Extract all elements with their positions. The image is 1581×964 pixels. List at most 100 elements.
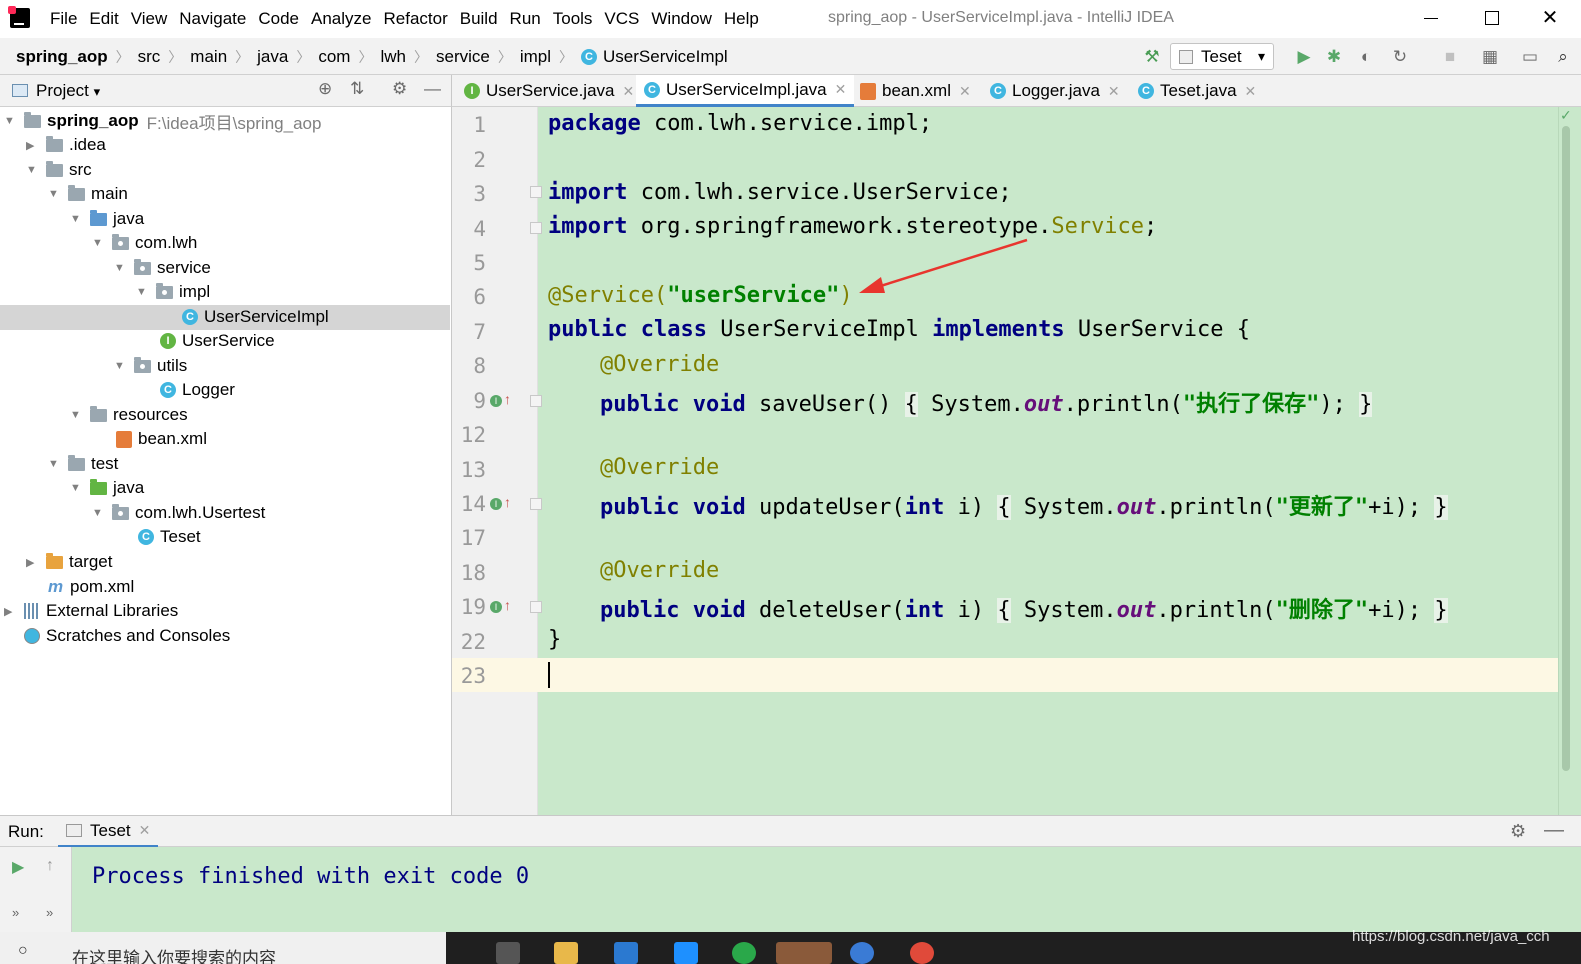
file-explorer-icon[interactable] [554, 942, 578, 964]
fold-marker-icon[interactable] [530, 395, 542, 407]
expanded-arrow-icon[interactable]: ▼ [114, 360, 128, 372]
project-structure-icon[interactable]: ▦ [1480, 47, 1500, 67]
chrome-app-icon[interactable] [910, 942, 934, 964]
tree-item-target[interactable]: ▶ target [26, 550, 112, 575]
collapse-all-icon[interactable]: ⇅ [350, 79, 364, 99]
expanded-arrow-icon[interactable]: ▼ [48, 188, 62, 200]
presentation-icon[interactable]: ▭ [1520, 47, 1540, 67]
tree-item-external-libraries[interactable]: ▶ External Libraries [4, 599, 178, 624]
console-output-area[interactable] [72, 847, 1581, 932]
tree-item-src[interactable]: ▼ src [26, 158, 92, 183]
expanded-arrow-icon[interactable]: ▼ [70, 409, 84, 421]
maximize-button[interactable] [1480, 6, 1504, 30]
expanded-arrow-icon[interactable]: ▼ [114, 262, 128, 274]
tab-userservice-java[interactable]: I UserService.java ✕ [456, 75, 642, 107]
collapsed-arrow-icon[interactable]: ▶ [26, 556, 40, 569]
more-actions-icon[interactable]: » [12, 905, 19, 920]
tab-bean-xml[interactable]: bean.xml ✕ [852, 75, 979, 107]
expanded-arrow-icon[interactable]: ▼ [92, 237, 106, 249]
menu-refactor[interactable]: Refactor [377, 9, 453, 29]
tab-teset-java[interactable]: C Teset.java ✕ [1130, 75, 1264, 107]
close-tab-icon[interactable]: ✕ [959, 83, 971, 100]
menu-navigate[interactable]: Navigate [173, 9, 252, 29]
taskbar-search-box[interactable]: ○ 在这里输入你要搜索的内容 [0, 932, 446, 964]
hide-panel-icon[interactable]: — [1544, 819, 1564, 842]
tree-item-service[interactable]: ▼ service [114, 256, 211, 281]
expanded-arrow-icon[interactable]: ▼ [136, 286, 150, 298]
expanded-arrow-icon[interactable]: ▼ [48, 458, 62, 470]
breadcrumb-service[interactable]: service [436, 47, 490, 67]
profile-icon[interactable]: ↻ [1390, 47, 1410, 67]
collapsed-arrow-icon[interactable]: ▶ [4, 605, 18, 618]
expanded-arrow-icon[interactable]: ▼ [26, 164, 40, 176]
menu-run[interactable]: Run [504, 9, 547, 29]
fold-marker-icon[interactable] [530, 186, 542, 198]
breadcrumb-src[interactable]: src [138, 47, 161, 67]
breadcrumb-java[interactable]: java [257, 47, 288, 67]
store-app-icon[interactable] [674, 942, 698, 964]
tree-item-java[interactable]: ▼ java [70, 207, 144, 232]
close-tab-icon[interactable]: ✕ [835, 81, 847, 98]
tree-item-idea[interactable]: ▶ .idea [26, 133, 106, 158]
search-icon[interactable]: ⌕ [1553, 47, 1573, 67]
tree-item-userserviceimpl[interactable]: C UserServiceImpl [0, 305, 450, 330]
project-view-select[interactable]: Project ▾ [36, 81, 100, 101]
breadcrumb-main[interactable]: main [190, 47, 227, 67]
gear-icon[interactable]: ⚙ [392, 79, 407, 99]
settings-app-icon[interactable] [496, 942, 520, 964]
tree-item-teset[interactable]: C Teset [138, 525, 201, 550]
mail-app-icon[interactable] [614, 942, 638, 964]
breadcrumb-lwh[interactable]: lwh [380, 47, 406, 67]
tree-item-pom-xml[interactable]: m pom.xml [48, 575, 134, 600]
browser-app-icon[interactable] [850, 942, 874, 964]
close-tab-icon[interactable]: ✕ [623, 83, 635, 100]
close-tab-icon[interactable]: ✕ [1108, 83, 1120, 100]
menu-code[interactable]: Code [252, 9, 305, 29]
fold-marker-icon[interactable] [530, 222, 542, 234]
tree-item-com-lwh[interactable]: ▼ com.lwh [92, 231, 197, 256]
fold-marker-icon[interactable] [530, 498, 542, 510]
breadcrumb-project[interactable]: spring_aop [16, 47, 108, 67]
close-tab-icon[interactable]: ✕ [1245, 83, 1257, 100]
implements-marker-icon[interactable]: I ↑ [490, 391, 511, 407]
tree-item-resources[interactable]: ▼ resources [70, 403, 188, 428]
rerun-icon[interactable]: ▶ [12, 857, 24, 877]
menu-build[interactable]: Build [454, 9, 504, 29]
tree-item-spring-aop[interactable]: ▼ spring_aop F:\idea项目\spring_aop [4, 109, 321, 134]
menu-edit[interactable]: Edit [83, 9, 124, 29]
tree-item-bean-xml[interactable]: bean.xml [116, 427, 207, 452]
tree-item-main[interactable]: ▼ main [48, 182, 128, 207]
build-hammer-icon[interactable]: ⚒ [1142, 47, 1162, 67]
menu-window[interactable]: Window [645, 9, 717, 29]
editor-scrollbar-thumb[interactable] [1562, 126, 1570, 771]
arrow-up-icon[interactable]: ↑ [46, 857, 54, 875]
breadcrumb-impl[interactable]: impl [520, 47, 551, 67]
tree-item-com-lwh-usertest[interactable]: ▼ com.lwh.Usertest [92, 501, 265, 526]
coverage-icon[interactable]: ◐ [1356, 47, 1376, 67]
menu-help[interactable]: Help [718, 9, 765, 29]
intellij-taskbar-icon[interactable] [776, 942, 832, 964]
close-window-button[interactable]: ✕ [1538, 6, 1562, 30]
minimize-button[interactable] [1420, 6, 1444, 30]
gear-icon[interactable]: ⚙ [1510, 821, 1526, 842]
menu-tools[interactable]: Tools [547, 9, 599, 29]
debug-icon[interactable]: ✱ [1324, 47, 1344, 67]
implements-marker-icon[interactable]: I ↑ [490, 494, 511, 510]
chat-app-icon[interactable] [732, 942, 756, 964]
menu-vcs[interactable]: VCS [598, 9, 645, 29]
tree-item-utils[interactable]: ▼ utils [114, 354, 187, 379]
expanded-arrow-icon[interactable]: ▼ [92, 507, 106, 519]
fold-marker-icon[interactable] [530, 601, 542, 613]
tab-userserviceimpl-java[interactable]: C UserServiceImpl.java ✕ [636, 75, 855, 107]
collapsed-arrow-icon[interactable]: ▶ [26, 139, 40, 152]
expanded-arrow-icon[interactable]: ▼ [70, 213, 84, 225]
tree-item-userservice[interactable]: I UserService [160, 329, 275, 354]
tree-item-logger[interactable]: C Logger [160, 378, 235, 403]
menu-analyze[interactable]: Analyze [305, 9, 377, 29]
tree-item-test-java[interactable]: ▼ java [70, 476, 144, 501]
run-icon[interactable]: ▶ [1294, 47, 1314, 67]
tree-item-scratches[interactable]: Scratches and Consoles [24, 624, 230, 649]
breadcrumb-com[interactable]: com [318, 47, 350, 67]
expanded-arrow-icon[interactable]: ▼ [4, 115, 18, 127]
menu-view[interactable]: View [125, 9, 174, 29]
